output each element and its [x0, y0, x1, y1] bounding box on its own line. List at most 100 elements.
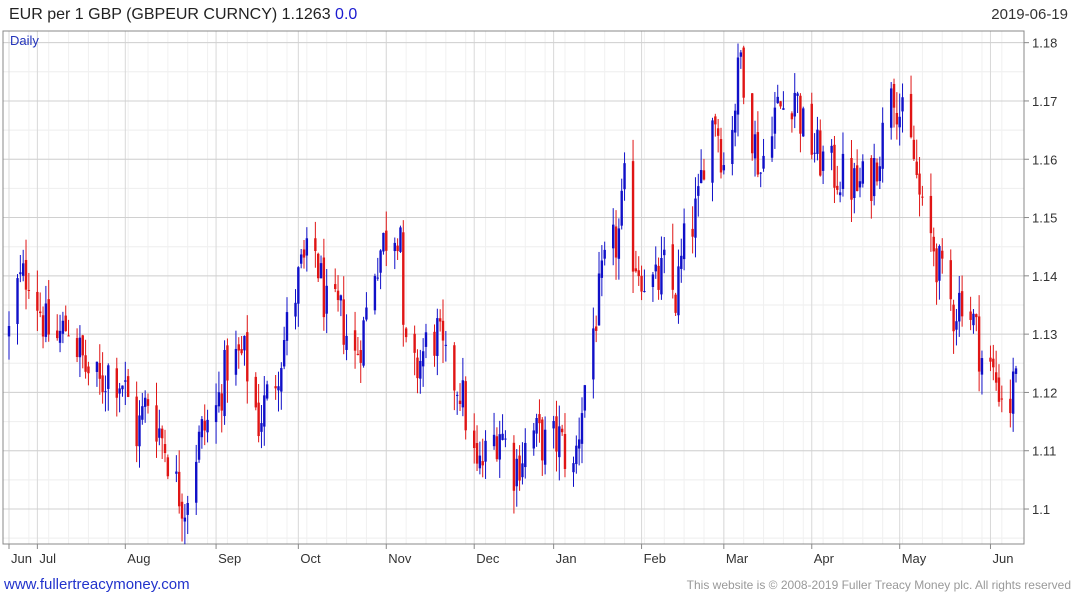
price-bar-body — [121, 385, 124, 390]
x-tick-label: Jul — [39, 551, 56, 566]
price-bar-body — [575, 445, 578, 465]
price-bar-body — [36, 291, 39, 311]
price-bar-body — [830, 145, 833, 153]
website-link[interactable]: www.fullertreacymoney.com — [4, 576, 190, 593]
price-bar-body — [838, 192, 842, 196]
price-bar-body — [836, 185, 839, 190]
price-bar-body — [819, 130, 822, 176]
price-bar-body — [27, 289, 31, 291]
price-bar-body — [163, 444, 167, 454]
price-bar-body — [240, 349, 243, 354]
x-tick-label: May — [902, 551, 927, 566]
price-bar-body — [614, 226, 618, 258]
price-bar-body — [560, 428, 564, 433]
price-bar-body — [512, 442, 516, 491]
price-bar-body — [833, 144, 836, 188]
price-bar-body — [294, 302, 297, 317]
price-bar-body — [770, 136, 774, 158]
price-bar-body — [898, 116, 901, 128]
price-bar-body — [640, 275, 643, 292]
price-bar-body — [299, 254, 303, 264]
price-bar-body — [237, 344, 240, 351]
price-bar-body — [750, 93, 754, 154]
price-bar-body — [799, 95, 802, 134]
price-bar-body — [699, 170, 703, 184]
price-bar-body — [909, 93, 913, 138]
x-tick-label: Sep — [218, 551, 241, 566]
frequency-label: Daily — [10, 33, 39, 48]
price-bar-body — [379, 250, 382, 273]
price-bar-body — [146, 399, 150, 406]
price-bar-body — [143, 397, 147, 407]
price-bar-body — [558, 426, 561, 458]
price-bar-body — [992, 358, 995, 368]
price-bar-body — [356, 353, 360, 355]
price-bar-body — [322, 257, 326, 318]
price-bar-body — [651, 274, 655, 287]
price-bar-body — [104, 391, 107, 393]
price-bar-body — [901, 97, 904, 112]
price-bar-body — [246, 332, 249, 382]
price-bar-body — [935, 248, 938, 283]
price-bar-body — [234, 348, 238, 375]
price-bar-body — [478, 455, 482, 469]
price-bar-body — [67, 335, 70, 337]
price-bar-body — [521, 463, 524, 478]
price-bar-body — [402, 232, 405, 325]
price-bar-body — [674, 294, 677, 313]
price-bar-body — [316, 253, 320, 279]
price-bar-body — [753, 134, 757, 159]
price-bar-body — [997, 377, 1001, 402]
price-bar-body — [617, 228, 621, 259]
price-bar-body — [95, 361, 99, 372]
price-bar-body — [416, 357, 419, 379]
y-tick-label: 1.12 — [1032, 385, 1057, 400]
price-bar-body — [436, 318, 439, 356]
x-tick-label: Oct — [300, 551, 321, 566]
ohlc-chart: Jun Jul Aug Sep Oct Nov Dec Jan Feb Mar Apr May Jun 1… — [2, 30, 1057, 566]
price-bar-body — [960, 291, 964, 317]
price-bar-body — [118, 388, 121, 394]
price-bar-body — [739, 52, 743, 57]
price-bar-body — [580, 413, 584, 444]
x-tick-label: Mar — [726, 551, 749, 566]
price-bar-body — [217, 392, 221, 407]
price-bar-body — [532, 430, 535, 449]
price-bar-body — [592, 328, 595, 380]
price-bar-body — [186, 503, 189, 515]
price-bar-body — [736, 57, 740, 115]
price-bar-body — [334, 284, 337, 289]
price-bar-body — [206, 419, 209, 433]
price-bar-body — [44, 303, 48, 337]
price-bar-body — [958, 292, 961, 322]
price-bar-body — [438, 318, 442, 322]
price-bar-body — [107, 365, 110, 389]
price-bar-body — [339, 295, 343, 301]
price-bar-body — [285, 312, 289, 341]
price-bar-body — [87, 366, 90, 374]
price-bar-body — [793, 92, 796, 117]
price-bar-body — [84, 355, 87, 372]
price-bar-body — [226, 345, 229, 381]
price-bar-body — [855, 165, 859, 191]
price-bar-body — [583, 385, 587, 411]
price-bar-body — [138, 415, 141, 447]
x-tick-label: Jun — [992, 551, 1013, 566]
price-bar-body — [722, 165, 726, 171]
price-bar-body — [481, 461, 484, 466]
price-bar-body — [643, 291, 646, 293]
price-bar-body — [458, 400, 462, 405]
price-bar-body — [515, 458, 518, 487]
price-bar-body — [671, 244, 674, 290]
price-bar-body — [938, 246, 941, 281]
price-bar-body — [81, 335, 84, 356]
price-bar-body — [941, 250, 944, 259]
price-bar-body — [694, 198, 697, 238]
price-bar-body — [61, 320, 65, 334]
price-bar-body — [597, 273, 601, 326]
x-tick-label: Dec — [476, 551, 500, 566]
price-bar-body — [663, 249, 666, 256]
price-bar-body — [362, 320, 365, 366]
price-bar-body — [802, 108, 805, 137]
price-bar-body — [994, 372, 998, 383]
